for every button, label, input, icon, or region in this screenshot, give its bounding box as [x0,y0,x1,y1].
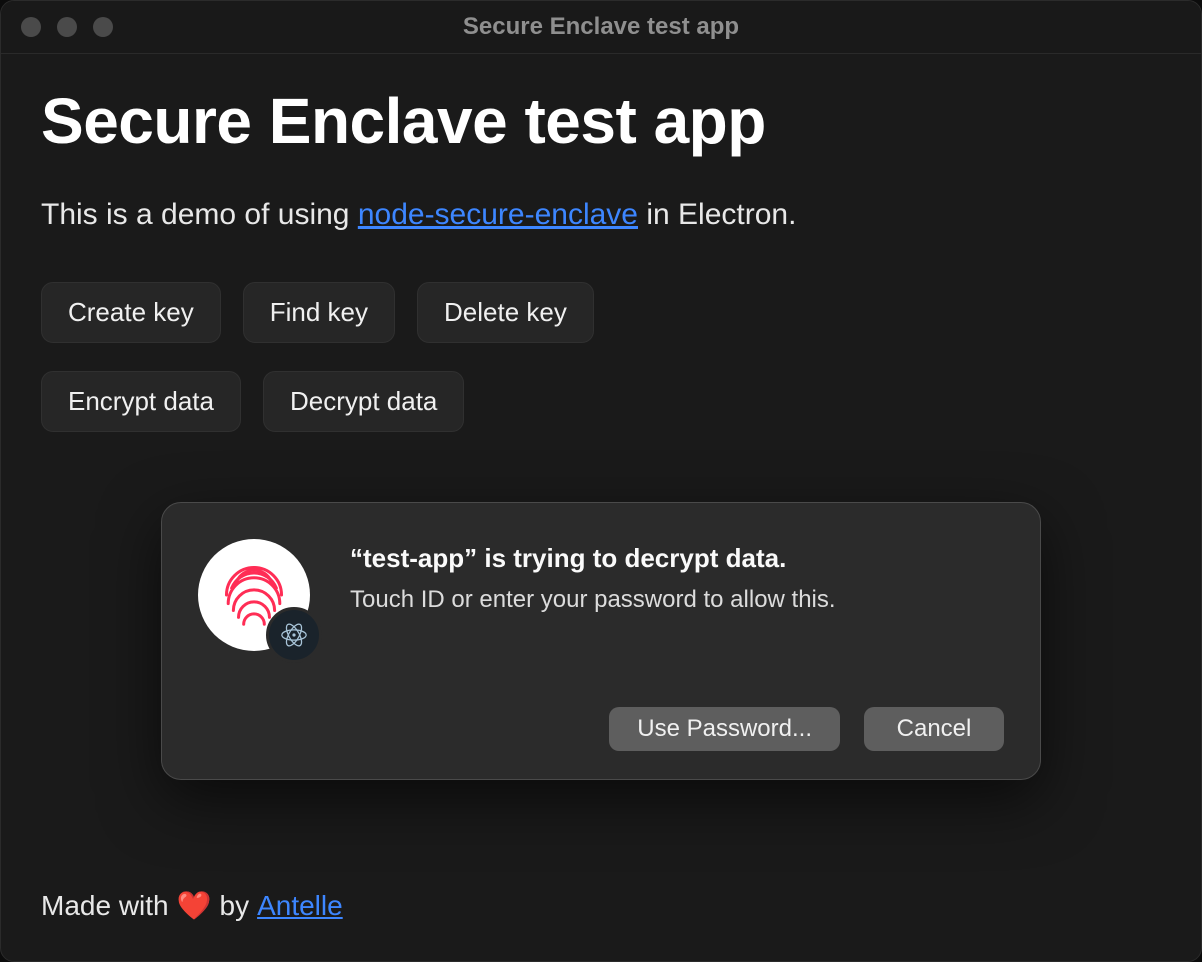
author-link[interactable]: Antelle [257,890,343,922]
electron-icon [266,607,322,663]
intro-prefix: This is a demo of using [41,198,358,231]
maximize-window-button[interactable] [93,17,113,37]
dialog-icon-group [198,539,318,659]
dialog-body: “test-app” is trying to decrypt data. To… [198,539,1004,659]
use-password-button[interactable]: Use Password... [609,707,840,751]
intro-suffix: in Electron. [638,198,796,231]
dialog-button-row: Use Password... Cancel [198,707,1004,751]
window-title: Secure Enclave test app [1,13,1201,41]
intro-text: This is a demo of using node-secure-encl… [41,198,1161,232]
touchid-dialog: “test-app” is trying to decrypt data. To… [161,502,1041,780]
encrypt-data-button[interactable]: Encrypt data [41,371,241,432]
close-window-button[interactable] [21,17,41,37]
action-row-1: Create key Find key Delete key [41,282,1161,343]
dialog-container: “test-app” is trying to decrypt data. To… [41,502,1161,780]
footer-middle: by [220,890,250,922]
find-key-button[interactable]: Find key [243,282,395,343]
footer: Made with ❤️ by Antelle [41,889,343,922]
cancel-button[interactable]: Cancel [864,707,1004,751]
page-title: Secure Enclave test app [41,84,1161,158]
footer-prefix: Made with [41,890,169,922]
action-row-2: Encrypt data Decrypt data [41,371,1161,432]
node-secure-enclave-link[interactable]: node-secure-enclave [358,198,638,231]
window-controls [21,17,113,37]
minimize-window-button[interactable] [57,17,77,37]
titlebar: Secure Enclave test app [1,1,1201,54]
decrypt-data-button[interactable]: Decrypt data [263,371,464,432]
content-area: Secure Enclave test app This is a demo o… [1,54,1201,962]
delete-key-button[interactable]: Delete key [417,282,594,343]
dialog-subtitle: Touch ID or enter your password to allow… [350,586,836,614]
app-window: Secure Enclave test app Secure Enclave t… [0,0,1202,962]
heart-icon: ❤️ [177,889,212,922]
dialog-text: “test-app” is trying to decrypt data. To… [350,539,836,614]
create-key-button[interactable]: Create key [41,282,221,343]
dialog-title: “test-app” is trying to decrypt data. [350,543,836,574]
